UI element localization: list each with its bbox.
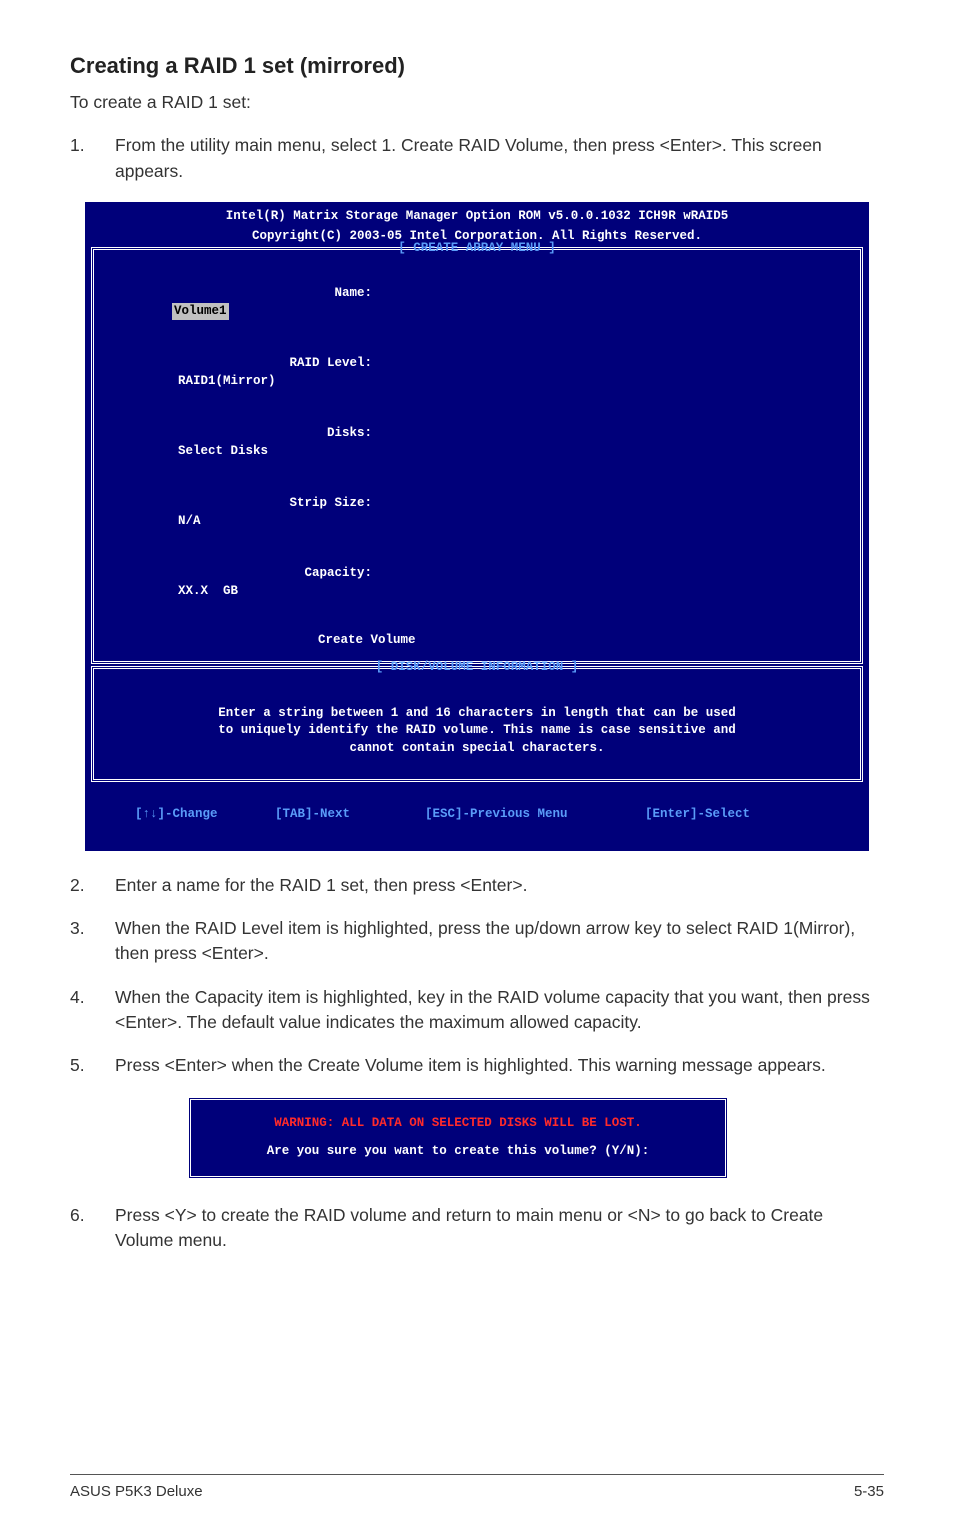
step-num: 5. xyxy=(70,1053,115,1078)
footer-left: ASUS P5K3 Deluxe xyxy=(70,1481,203,1503)
bios-label: Strip Size: xyxy=(172,495,372,513)
step-3: 3. When the RAID Level item is highlight… xyxy=(70,916,884,967)
bios-section-disk-volume: [ DISK/VOLUME INFORMATION ] xyxy=(94,659,860,677)
bios-row-strip-size: Strip Size: N/A xyxy=(112,478,842,548)
bios-value-capacity[interactable]: XX.X GB xyxy=(172,583,238,601)
bios-row-disks: Disks: Select Disks xyxy=(112,408,842,478)
steps-list-cont: 2. Enter a name for the RAID 1 set, then… xyxy=(70,873,884,1079)
bios-value-name[interactable]: Volume1 xyxy=(172,303,229,321)
hint-next: [TAB]-Next xyxy=(275,806,425,824)
step-body: Enter a name for the RAID 1 set, then pr… xyxy=(115,873,884,898)
warning-screenshot: WARNING: ALL DATA ON SELECTED DISKS WILL… xyxy=(188,1097,884,1179)
bios-label: RAID Level: xyxy=(172,355,372,373)
bios-bottom-frame: [ DISK/VOLUME INFORMATION ] Enter a stri… xyxy=(91,666,863,782)
hint-previous: [ESC]-Previous Menu xyxy=(425,806,645,824)
bios-info-text: Enter a string between 1 and 16 characte… xyxy=(94,677,860,780)
bios-label: Capacity: xyxy=(172,565,372,583)
page-heading: Creating a RAID 1 set (mirrored) xyxy=(70,50,884,82)
steps-list: 1. From the utility main menu, select 1.… xyxy=(70,133,884,184)
step-body: From the utility main menu, select 1. Cr… xyxy=(115,133,884,184)
step-body: Press <Enter> when the Create Volume ite… xyxy=(115,1053,884,1078)
step-2: 2. Enter a name for the RAID 1 set, then… xyxy=(70,873,884,898)
step-4: 4. When the Capacity item is highlighted… xyxy=(70,985,884,1036)
warning-text-red: WARNING: ALL DATA ON SELECTED DISKS WILL… xyxy=(215,1114,701,1132)
step-num: 6. xyxy=(70,1203,115,1254)
bios-screenshot: Intel(R) Matrix Storage Manager Option R… xyxy=(85,202,869,851)
bios-row-raid-level: RAID Level: RAID1(Mirror) xyxy=(112,338,842,408)
bios-row-name: Name: Volume1 xyxy=(112,268,842,338)
bios-footer-hints: [↑↓]-Change[TAB]-Next[ESC]-Previous Menu… xyxy=(85,784,869,845)
bios-section-create-array: [ CREATE ARRAY MENU ] xyxy=(94,240,860,258)
step-num: 3. xyxy=(70,916,115,967)
hint-select: [Enter]-Select xyxy=(645,806,750,824)
bios-info-line: Enter a string between 1 and 16 characte… xyxy=(124,705,830,723)
hint-change: [↑↓]-Change xyxy=(135,806,275,824)
step-6: 6. Press <Y> to create the RAID volume a… xyxy=(70,1203,884,1254)
step-body: Press <Y> to create the RAID volume and … xyxy=(115,1203,884,1254)
step-body: When the RAID Level item is highlighted,… xyxy=(115,916,884,967)
bios-row-capacity: Capacity: XX.X GB xyxy=(112,548,842,618)
bios-header-line1: Intel(R) Matrix Storage Manager Option R… xyxy=(85,208,869,226)
bios-top-frame: [ CREATE ARRAY MENU ] Name: Volume1 RAID… xyxy=(91,247,863,664)
steps-list-cont2: 6. Press <Y> to create the RAID volume a… xyxy=(70,1203,884,1254)
warning-prompt[interactable]: Are you sure you want to create this vol… xyxy=(215,1142,701,1160)
step-num: 4. xyxy=(70,985,115,1036)
bios-value-disks[interactable]: Select Disks xyxy=(172,443,268,461)
step-1: 1. From the utility main menu, select 1.… xyxy=(70,133,884,184)
bios-label: Name: xyxy=(172,285,372,303)
footer-right: 5-35 xyxy=(854,1481,884,1503)
step-num: 1. xyxy=(70,133,115,184)
bios-create-volume[interactable]: Create Volume xyxy=(112,632,842,650)
bios-label: Disks: xyxy=(172,425,372,443)
bios-info-line: cannot contain special characters. xyxy=(124,740,830,758)
step-num: 2. xyxy=(70,873,115,898)
step-5: 5. Press <Enter> when the Create Volume … xyxy=(70,1053,884,1078)
bios-value-raid-level[interactable]: RAID1(Mirror) xyxy=(172,373,276,391)
bios-info-line: to uniquely identify the RAID volume. Th… xyxy=(124,722,830,740)
intro-text: To create a RAID 1 set: xyxy=(70,90,884,115)
bios-value-strip-size: N/A xyxy=(172,513,201,531)
step-body: When the Capacity item is highlighted, k… xyxy=(115,985,884,1036)
page-footer: ASUS P5K3 Deluxe 5-35 xyxy=(70,1474,884,1503)
